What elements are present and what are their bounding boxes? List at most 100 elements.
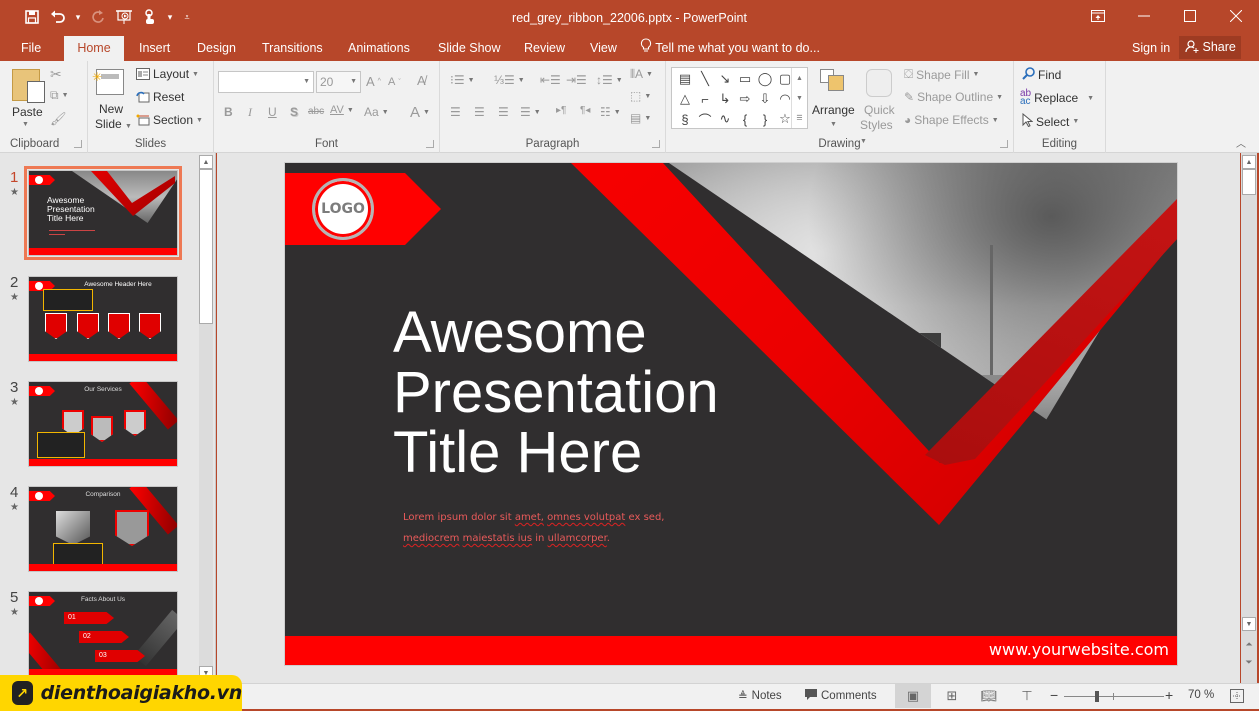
shape-option-13[interactable]: ⌒ — [695, 109, 715, 129]
share-button[interactable]: Share — [1179, 36, 1241, 59]
reading-view-button[interactable]: 📖︎ — [971, 684, 1007, 708]
ltr-button[interactable]: ▸¶ — [556, 105, 566, 116]
format-painter-icon[interactable]: 🖌 — [50, 111, 67, 127]
tab-review[interactable]: Review — [514, 36, 575, 61]
minimize-button[interactable] — [1121, 0, 1167, 32]
zoom-out-button[interactable]: − — [1050, 687, 1058, 703]
maximize-button[interactable] — [1167, 0, 1213, 32]
tab-home[interactable]: Home — [64, 36, 124, 61]
align-right-button[interactable]: ☰ — [498, 105, 509, 119]
shape-outline-button[interactable]: ✎ Shape Outline ▼ — [904, 90, 1003, 104]
rtl-button[interactable]: ¶◂ — [580, 105, 590, 116]
character-spacing-button[interactable]: AV ▼ — [330, 104, 354, 116]
smartart-button[interactable]: ▤ ▼ — [630, 111, 651, 125]
tab-design[interactable]: Design — [187, 36, 246, 61]
shape-fill-button[interactable]: ⛋ Shape Fill ▼ — [904, 67, 979, 82]
slide-thumbnail-5[interactable]: Facts About Us 01 02 03 — [28, 591, 178, 677]
zoom-slider-knob[interactable] — [1095, 691, 1100, 702]
scroll-up-icon[interactable]: ▲ — [1242, 155, 1256, 169]
logo-placeholder[interactable]: LOGO — [312, 178, 374, 240]
shape-option-7[interactable]: ⌐ — [695, 89, 715, 109]
section-button[interactable]: Section ▼ — [136, 113, 203, 127]
slide-thumbnail-1[interactable]: Awesome Presentation Title Here — [24, 166, 182, 260]
font-size-input[interactable]: 20 ▼ — [316, 71, 361, 93]
increase-indent-button[interactable]: ⇥☰ — [566, 73, 587, 87]
new-slide-button[interactable]: ✳ New Slide ▼ — [92, 65, 132, 135]
editor-scrollbar[interactable]: ▲ ▼ ⏶ ⏷ — [1241, 153, 1257, 683]
font-color-button[interactable]: A ▼ — [410, 104, 430, 121]
tab-view[interactable]: View — [580, 36, 627, 61]
shape-option-14[interactable]: ∿ — [715, 109, 735, 129]
underline-button[interactable]: U — [268, 105, 277, 119]
ribbon-display-options-button[interactable] — [1075, 0, 1121, 32]
normal-view-button[interactable]: ▣ — [895, 684, 931, 708]
notes-button[interactable]: ≜ Notes — [738, 689, 782, 703]
layout-button[interactable]: Layout ▼ — [136, 67, 199, 81]
sign-in-link[interactable]: Sign in — [1132, 36, 1170, 60]
shape-option-9[interactable]: ⇨ — [735, 89, 755, 109]
website-text[interactable]: www.yourwebsite.com — [989, 640, 1169, 659]
quick-styles-button[interactable]: Quick Styles ▼ — [860, 65, 900, 145]
align-text-button[interactable]: ⬚ ▼ — [630, 89, 651, 103]
select-button[interactable]: Select ▼ — [1022, 112, 1079, 130]
shadow-button[interactable]: S — [290, 105, 298, 119]
current-slide[interactable]: LOGO Awesome Presentation Title Here Lor… — [284, 162, 1178, 666]
scroll-thumb[interactable] — [199, 169, 213, 324]
bold-button[interactable]: B — [224, 105, 233, 119]
shape-effects-button[interactable]: ◕ Shape Effects ▼ — [904, 113, 999, 127]
decrease-indent-button[interactable]: ⇤☰ — [540, 73, 561, 87]
font-launcher-icon[interactable] — [426, 140, 434, 148]
copy-icon[interactable]: ⧉ ▼ — [50, 88, 69, 103]
shape-option-15[interactable]: { — [735, 109, 755, 129]
columns-button[interactable]: ☷ ▼ — [600, 105, 621, 119]
scroll-down-icon[interactable]: ▼ — [1242, 617, 1256, 631]
reset-button[interactable]: Reset — [136, 90, 184, 104]
tab-insert[interactable]: Insert — [129, 36, 180, 61]
decrease-font-size-icon[interactable]: Aˇ — [388, 76, 401, 88]
replace-button[interactable]: ab ac Replace ▼ — [1020, 89, 1094, 107]
comments-button[interactable]: Comments — [805, 689, 877, 703]
slide-thumbnail-3[interactable]: Our Services — [28, 381, 178, 467]
numbering-button[interactable]: ⅓☰ ▼ — [494, 73, 525, 87]
tab-file[interactable]: File — [11, 36, 51, 61]
find-button[interactable]: Find — [1022, 67, 1061, 83]
scroll-up-icon[interactable]: ▲ — [199, 155, 213, 169]
zoom-slider[interactable] — [1064, 691, 1164, 702]
slide-subtitle[interactable]: Lorem ipsum dolor sit amet, omnes volutp… — [403, 507, 723, 549]
previous-slide-icon[interactable]: ⏶ — [1242, 637, 1256, 651]
drawing-launcher-icon[interactable] — [1000, 140, 1008, 148]
paragraph-launcher-icon[interactable] — [652, 140, 660, 148]
clipboard-launcher-icon[interactable] — [74, 140, 82, 148]
paste-button[interactable]: Paste ▼ — [6, 65, 46, 135]
slide-sorter-button[interactable]: ⊞ — [934, 684, 970, 708]
bullets-button[interactable]: ⁝☰ ▼ — [450, 73, 475, 87]
slide-thumbnail-2[interactable]: Awesome Header Here — [28, 276, 178, 362]
shape-option-10[interactable]: ⇩ — [755, 89, 775, 109]
gallery-more-icon[interactable]: ☰ — [792, 108, 807, 128]
cut-icon[interactable]: ✂ — [50, 66, 62, 83]
scroll-thumb[interactable] — [1242, 169, 1256, 195]
zoom-level[interactable]: 70 % — [1188, 689, 1214, 701]
gallery-up-icon[interactable]: ▲ — [792, 68, 807, 88]
text-direction-button[interactable]: ⫴A ▼ — [630, 67, 653, 82]
line-spacing-button[interactable]: ↕☰ ▼ — [596, 73, 623, 87]
shape-option-2[interactable]: ↘ — [715, 69, 735, 89]
increase-font-size-icon[interactable]: A ^ — [366, 74, 381, 89]
shape-option-6[interactable]: △ — [675, 89, 695, 109]
justify-button[interactable]: ☰ ▼ — [520, 105, 541, 119]
align-left-button[interactable]: ☰ — [450, 105, 461, 119]
arrange-button[interactable]: Arrange ▼ — [812, 65, 858, 135]
shape-option-8[interactable]: ↳ — [715, 89, 735, 109]
font-name-input[interactable]: ▼ — [218, 71, 314, 93]
tab-transitions[interactable]: Transitions — [252, 36, 333, 61]
shape-option-3[interactable]: ▭ — [735, 69, 755, 89]
tab-slide-show[interactable]: Slide Show — [428, 36, 511, 61]
zoom-in-button[interactable]: + — [1165, 687, 1173, 703]
italic-button[interactable]: I — [248, 105, 252, 120]
shape-option-12[interactable]: § — [675, 109, 695, 129]
shape-option-0[interactable]: ▤ — [675, 69, 695, 89]
slide-thumbnail-4[interactable]: Comparison — [28, 486, 178, 572]
change-case-button[interactable]: Aa ▼ — [364, 105, 389, 119]
gallery-down-icon[interactable]: ▼ — [792, 88, 807, 108]
shape-option-16[interactable]: } — [755, 109, 775, 129]
